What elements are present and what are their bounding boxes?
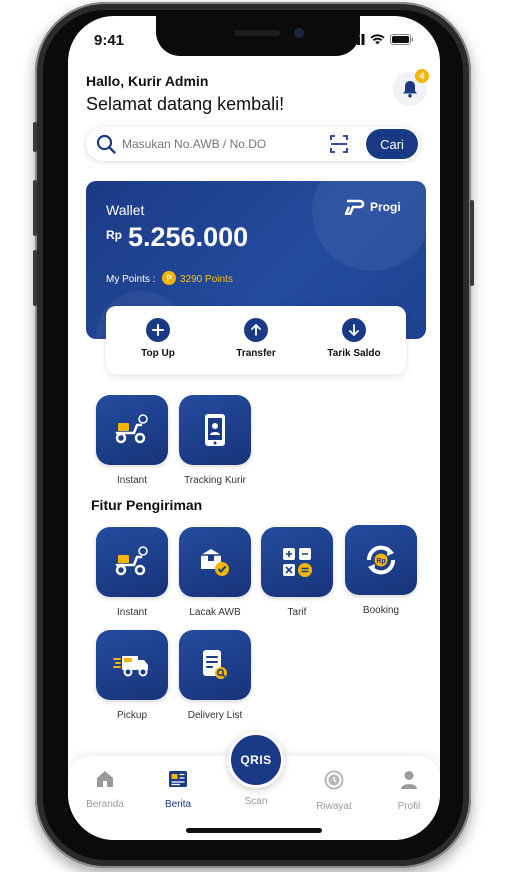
nav-beranda[interactable]: Beranda [75,770,135,810]
bell-icon [403,81,417,98]
history-icon [324,770,344,790]
phone-silent-switch [33,122,37,152]
scooter-icon [96,527,168,597]
calculator-icon [261,527,333,597]
withdraw-button[interactable]: Tarik Saldo [314,318,394,359]
nav-label-scan: Scan [244,796,268,807]
tile-label: Pickup [116,710,147,721]
notification-badge: 4 [415,69,429,83]
feature-delivery-list[interactable]: Delivery List [179,630,251,721]
wifi-icon [370,34,385,45]
arrow-down-icon [342,318,366,342]
quick-instant[interactable]: Instant [96,395,168,486]
battery-icon [390,34,413,45]
search-bar: Cari [86,127,420,161]
app-screen: 9:41 Hallo, Kurir Admin Selamat datang k… [68,16,440,840]
search-icon [96,134,116,159]
feature-lacak-awb[interactable]: Lacak AWB [179,527,251,618]
action-label: Top Up [141,348,175,359]
points-value: 3290 Points [180,274,233,285]
wallet-currency: Rp [106,228,122,242]
feature-pickup[interactable]: Pickup [96,630,168,721]
qris-logo: QRIS [240,753,272,767]
svg-text:Rp: Rp [376,558,385,565]
phone-courier-icon [179,395,251,465]
plus-icon [146,318,170,342]
wallet-label: Wallet [106,202,145,218]
transfer-button[interactable]: Transfer [216,318,296,359]
action-label: Tarik Saldo [327,348,381,359]
barcode-scan-icon[interactable] [330,135,348,158]
phone-notch [156,16,360,56]
tile-label: Booking [362,605,400,616]
scooter-icon [96,395,168,465]
nav-label: Beranda [86,799,124,810]
feature-booking[interactable]: Rp Booking [345,525,417,616]
nav-berita[interactable]: Berita [148,770,208,810]
nav-label: Profil [397,801,421,812]
feature-tarif[interactable]: Tarif [261,527,333,618]
news-icon [169,771,187,787]
search-input[interactable] [122,134,322,154]
brand-logo: Progi [344,199,401,215]
top-up-button[interactable]: Top Up [118,318,198,359]
notification-button[interactable]: 4 [393,69,429,106]
points-coin-icon: P [162,271,176,285]
truck-icon [96,630,168,700]
greeting-subtitle: Selamat datang kembali! [86,94,285,114]
nav-label: Berita [164,799,192,810]
brand-name: Progi [370,200,401,214]
nav-label: Riwayat [316,801,352,812]
nav-riwayat[interactable]: Riwayat [304,770,364,812]
document-search-icon [179,630,251,700]
wallet-balance: 5.256.000 [128,222,249,252]
tile-label: Tracking Kurir [184,475,246,486]
home-icon [97,771,113,787]
front-camera [294,28,304,38]
tile-label: Instant [116,607,148,618]
tile-label: Delivery List [187,710,243,721]
wallet-actions: Top Up Transfer Tarik Saldo [106,306,406,374]
nav-profil[interactable]: Profil [379,770,439,812]
tile-label: Instant [116,475,148,486]
phone-power-button [470,200,474,286]
features-title: Fitur Pengiriman [91,497,203,513]
arrow-up-icon [244,318,268,342]
phone-volume-up [33,180,37,236]
box-check-icon [179,527,251,597]
greeting-name: Hallo, Kurir Admin [86,73,209,89]
tile-label: Lacak AWB [189,607,241,618]
scan-button[interactable]: QRIS [228,732,284,788]
rp-cycle-icon: Rp [345,525,417,595]
search-button[interactable]: Cari [366,129,418,159]
quick-tracking-kurir[interactable]: Tracking Kurir [179,395,251,486]
phone-volume-down [33,250,37,306]
tile-label: Tarif [287,607,307,618]
home-indicator [186,828,322,833]
action-label: Transfer [236,348,276,359]
progi-logo-icon [344,199,365,215]
wallet-decoration [312,181,426,271]
points-label: My Points : [106,274,156,285]
notch-speaker [234,30,280,36]
profile-icon [401,771,417,789]
status-time: 9:41 [94,32,125,49]
feature-instant[interactable]: Instant [96,527,168,618]
